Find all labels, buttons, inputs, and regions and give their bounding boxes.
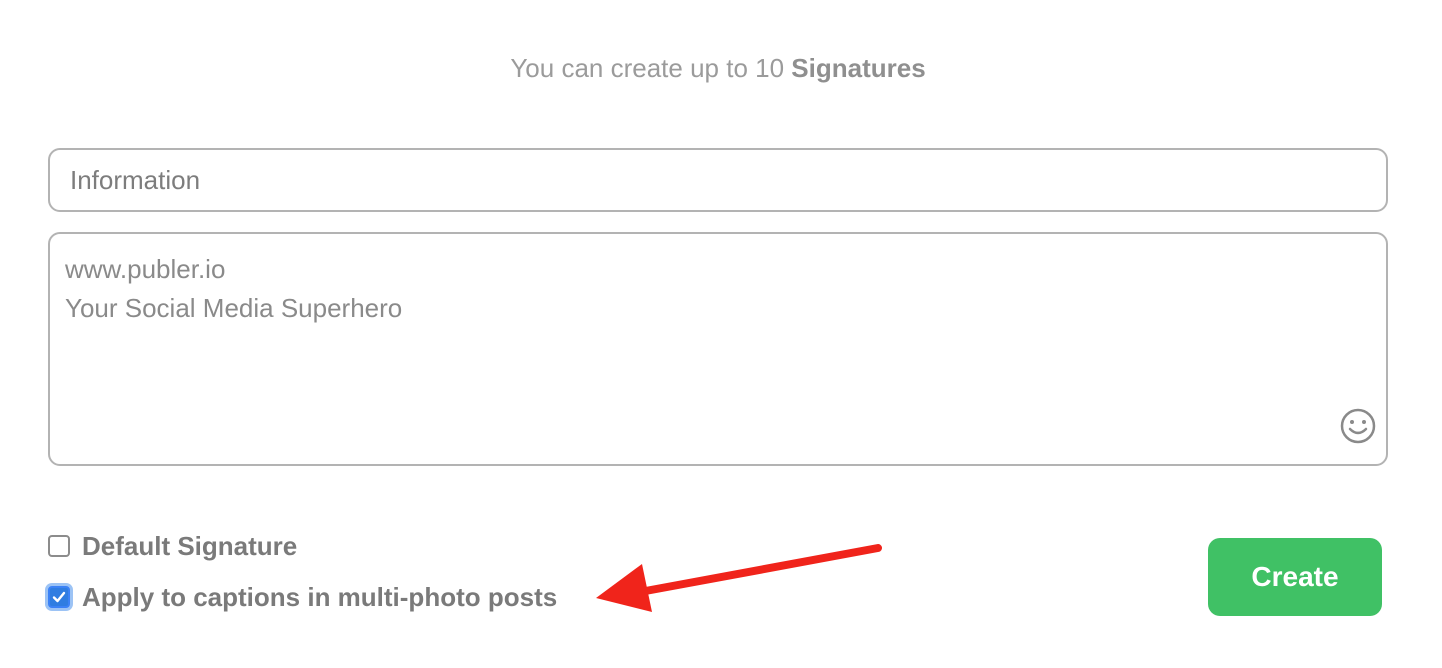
signature-text-line-2: Your Social Media Superhero [65, 293, 403, 323]
create-button[interactable]: Create [1208, 538, 1382, 616]
limit-prefix: You can create up to 10 [510, 53, 785, 83]
apply-captions-option[interactable]: Apply to captions in multi-photo posts [48, 579, 557, 615]
signature-text-line-1: www.publer.io [65, 254, 226, 284]
signature-form: You can create up to 10 Signatures www.p… [0, 0, 1442, 668]
default-signature-checkbox[interactable] [48, 535, 70, 557]
default-signature-option[interactable]: Default Signature [48, 528, 297, 564]
annotation-arrow-icon [596, 544, 882, 612]
default-signature-label: Default Signature [82, 530, 298, 561]
smiley-icon[interactable] [1338, 406, 1378, 446]
limit-emphasis: Signatures [791, 53, 926, 83]
signature-text-area[interactable]: www.publer.io Your Social Media Superher… [48, 232, 1388, 466]
checkmark-icon [52, 591, 66, 603]
signature-name-input[interactable] [48, 148, 1388, 212]
apply-captions-checkbox[interactable] [48, 586, 70, 608]
signature-limit-text: You can create up to 10 Signatures [0, 50, 1436, 86]
apply-captions-label: Apply to captions in multi-photo posts [82, 581, 558, 612]
